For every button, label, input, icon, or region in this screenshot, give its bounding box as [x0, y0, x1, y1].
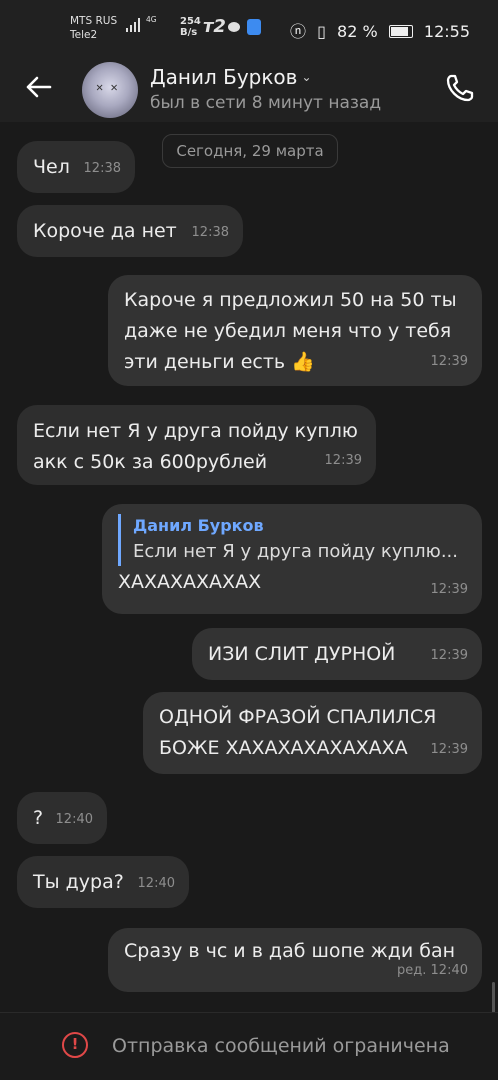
network-speed: 254 B/s [180, 16, 201, 38]
clock: 12:55 [423, 22, 470, 41]
vibrate-icon: ▯ [317, 22, 326, 41]
message-line: эти деньги есть 👍 [124, 351, 315, 373]
message-time: 12:40 [137, 876, 175, 891]
message-time: 12:39 [430, 742, 468, 757]
composer-restricted-bar: ! Отправка сообщений ограничена [0, 1012, 498, 1080]
message-time: 12:40 [55, 812, 93, 827]
carrier-1: MTS RUS [70, 15, 118, 27]
message-text: ? [33, 807, 44, 829]
chat-header: ✕ ✕ Данил Бурков ⌄ был в сети 8 минут наз… [0, 56, 498, 122]
message-in[interactable]: ? 12:40 [17, 792, 107, 844]
message-line: Кароче я предложил 50 на 50 ты [124, 289, 457, 311]
carrier-2: Tele2 [70, 29, 98, 41]
call-button[interactable] [442, 70, 478, 106]
message-line: БОЖЕ ХАХАХАХАХАХАХА [159, 737, 408, 759]
status-bar: MTS RUS Tele2 4G 254 B/s т2 ⓝ ▯ 82 % 12:… [0, 0, 498, 56]
message-text: Короче да нет [33, 220, 177, 242]
back-button[interactable] [22, 70, 56, 104]
speed-unit: B/s [180, 27, 198, 38]
restricted-message: Отправка сообщений ограничена [112, 1035, 450, 1057]
message-out[interactable]: Кароче я предложил 50 на 50 ты даже не у… [108, 275, 482, 386]
warning-circle-icon: ! [62, 1032, 88, 1058]
message-time: 12:39 [430, 354, 468, 369]
message-time: 12:39 [430, 582, 468, 597]
battery-icon [388, 25, 413, 38]
message-in[interactable]: Ты дура? 12:40 [17, 856, 189, 908]
message-time: 12:39 [430, 648, 468, 663]
avatar[interactable]: ✕ ✕ [82, 62, 138, 118]
date-divider: Сегодня, 29 марта [162, 134, 338, 168]
nfc-icon: ⓝ [290, 22, 307, 41]
message-text: ИЗИ СЛИТ ДУРНОЙ [208, 643, 396, 665]
shield-app-icon [247, 19, 261, 35]
message-out[interactable]: ИЗИ СЛИТ ДУРНОЙ 12:39 [192, 628, 482, 680]
carrier-labels: MTS RUS Tele2 [70, 14, 117, 42]
message-line: акк с 50к за 600рублей [33, 451, 268, 473]
message-out[interactable]: Сразу в чс и в даб шопе жди бан ред. 12:… [108, 928, 482, 992]
message-in[interactable]: Чел 12:38 [17, 141, 135, 193]
chat-bubble-icon [228, 22, 240, 32]
t2-logo: т2 [203, 16, 226, 37]
message-out[interactable]: ОДНОЙ ФРАЗОЙ СПАЛИЛСЯ БОЖЕ ХАХАХАХАХАХАХ… [143, 692, 482, 774]
speed-value: 254 [180, 16, 201, 27]
avatar-image: ✕ ✕ [96, 80, 118, 94]
message-in[interactable]: Если нет Я у друга пойду куплю акк с 50к… [17, 405, 376, 485]
chat-screen: MTS RUS Tele2 4G 254 B/s т2 ⓝ ▯ 82 % 12:… [0, 0, 498, 1080]
network-type: 4G [146, 15, 157, 24]
message-line: ОДНОЙ ФРАЗОЙ СПАЛИЛСЯ [159, 706, 437, 728]
contact-name-row[interactable]: Данил Бурков ⌄ [150, 65, 312, 89]
reply-quote[interactable]: Данил Бурков Если нет Я у друга пойду ку… [118, 514, 466, 566]
status-right: ⓝ ▯ 82 % 12:55 [284, 18, 470, 42]
message-text: ХАХАХАХАХАХ [118, 571, 262, 593]
contact-name: Данил Бурков [150, 65, 298, 89]
message-line: Если нет Я у друга пойду куплю [33, 420, 358, 442]
message-in[interactable]: Короче да нет 12:38 [17, 205, 243, 257]
chevron-down-icon: ⌄ [301, 70, 312, 84]
message-out-reply[interactable]: Данил Бурков Если нет Я у друга пойду ку… [102, 504, 482, 614]
message-time: 12:38 [191, 225, 229, 240]
contact-status: был в сети 8 минут назад [150, 93, 382, 113]
message-time: 12:39 [324, 453, 362, 468]
arrow-left-icon [26, 76, 52, 98]
message-time: 12:38 [83, 161, 121, 176]
phone-icon [446, 74, 474, 102]
reply-text: Если нет Я у друга пойду куплю... [133, 541, 458, 562]
reply-author: Данил Бурков [133, 516, 264, 535]
signal-icon [126, 18, 140, 32]
message-line: даже не убедил меня что у тебя [124, 320, 452, 342]
message-time: ред. 12:40 [397, 963, 468, 978]
message-list[interactable]: Сегодня, 29 марта Чел 12:38 Короче да не… [0, 122, 498, 1042]
message-text: Ты дура? [33, 871, 124, 893]
message-text: Чел [33, 156, 70, 178]
battery-percent: 82 % [337, 22, 378, 41]
